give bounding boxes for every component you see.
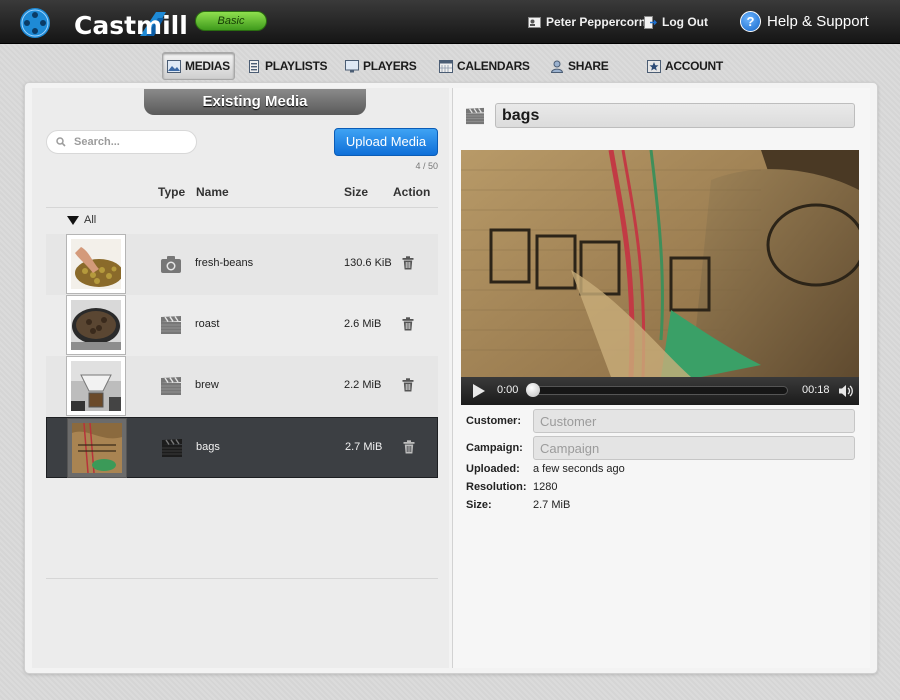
media-thumbnail[interactable] [66,295,126,355]
help-icon: ? [740,11,761,32]
existing-media-tab: Existing Media [144,89,366,115]
nav-label: SHARE [568,59,609,73]
media-name: bags [196,441,220,453]
upload-media-button[interactable]: Upload Media [334,128,438,156]
nav-item-players[interactable]: PLAYERS [341,52,420,80]
user-profile-link[interactable]: Peter Peppercorn [528,15,646,29]
media-row[interactable]: brew 2.2 MiB [46,356,438,417]
help-support-link[interactable]: ? Help & Support [740,11,869,32]
media-title-field[interactable]: bags [495,103,855,128]
plan-badge[interactable]: Basic [195,11,267,31]
nav-item-share[interactable]: SHARE [546,52,613,80]
resolution-label: Resolution: [466,481,527,493]
media-size: 2.2 MiB [344,379,382,391]
nav-label: PLAYLISTS [265,59,328,73]
players-icon [345,59,359,72]
nav-label: MEDIAS [185,59,230,73]
playlists-icon [249,59,259,73]
nav-label: PLAYERS [363,59,417,73]
media-thumbnail[interactable] [66,356,126,416]
video-frame-image [461,150,859,377]
logout-link[interactable]: Log Out [644,15,708,29]
trash-icon[interactable] [402,378,414,392]
medias-icon [167,59,181,73]
media-row[interactable]: roast 2.6 MiB [46,295,438,356]
resolution-value: 1280 [533,481,558,493]
thumbnail-image [71,361,121,411]
trash-icon[interactable] [402,317,414,331]
column-header-type[interactable]: Type [158,185,185,199]
video-controls: 0:00 00:18 [461,377,859,405]
search-input[interactable] [74,136,184,148]
camera-icon [161,256,181,273]
video-preview[interactable] [461,150,859,377]
seek-handle[interactable] [526,383,540,397]
logout-label: Log Out [662,15,708,29]
header-divider [46,207,438,208]
user-card-icon [528,16,541,28]
trash-icon[interactable] [403,440,415,454]
media-name: brew [195,379,219,391]
media-size: 2.6 MiB [344,318,382,330]
nav-label: CALENDARS [457,59,530,73]
uploaded-value: a few seconds ago [533,463,625,475]
media-thumbnail[interactable] [66,234,126,294]
uploaded-label: Uploaded: [466,463,520,475]
current-time: 0:00 [497,384,519,396]
app-name: Castmill [74,11,188,40]
column-header-action: Action [393,185,431,199]
thumbnail-image [71,300,121,350]
media-name: fresh-beans [195,257,254,269]
logout-icon [644,15,657,29]
search-box[interactable] [46,130,197,154]
thumbnail-image [72,422,122,474]
duration: 00:18 [802,384,830,396]
column-header-name[interactable]: Name [196,185,229,199]
user-name: Peter Peppercorn [546,15,647,29]
seek-bar[interactable] [533,386,788,395]
group-toggle-all[interactable]: All [67,214,96,226]
customer-field[interactable] [533,409,855,433]
media-size: 130.6 KiB [344,257,392,269]
campaign-field[interactable] [533,436,855,460]
size-value: 2.7 MiB [533,499,571,511]
top-bar: Castmill Basic Peter Peppercorn Log Out … [0,0,900,44]
account-icon [647,59,661,73]
group-label: All [84,214,97,226]
clapperboard-icon [161,316,181,334]
size-label: Size: [466,499,492,511]
main-nav: MEDIAS PLAYLISTS PLAYERS CALENDARS SHARE… [0,52,900,82]
share-icon [550,60,564,73]
customer-label: Customer: [466,415,522,427]
media-row-selected[interactable]: bags 2.7 MiB [46,417,438,478]
help-label: Help & Support [767,13,869,30]
media-row[interactable]: fresh-beans 130.6 KiB [46,234,438,295]
media-count: 4 / 50 [415,161,438,171]
calendars-icon [439,59,453,73]
nav-label: ACCOUNT [665,59,723,73]
trash-icon[interactable] [402,256,414,270]
campaign-label: Campaign: [466,442,523,454]
play-icon[interactable] [473,384,485,398]
castmill-logo[interactable]: Castmill [18,6,188,40]
nav-item-calendars[interactable]: CALENDARS [435,52,534,80]
nav-item-playlists[interactable]: PLAYLISTS [243,52,331,80]
nav-item-medias[interactable]: MEDIAS [162,52,235,80]
search-icon [56,137,66,147]
nav-item-account[interactable]: ACCOUNT [643,52,727,80]
list-bottom-divider [46,578,438,579]
column-header-size[interactable]: Size [344,185,368,199]
media-name: roast [195,318,220,330]
thumbnail-image [71,239,123,289]
clapperboard-icon [162,439,182,457]
media-size: 2.7 MiB [345,441,383,453]
volume-icon[interactable] [838,383,854,399]
media-thumbnail[interactable] [67,418,127,478]
clapperboard-icon [466,107,484,125]
clapperboard-icon [161,377,181,395]
collapse-triangle-icon [67,215,79,225]
